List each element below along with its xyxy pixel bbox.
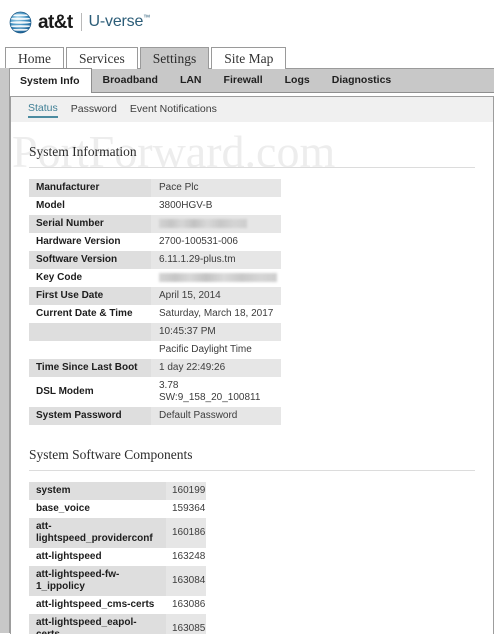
table-row: att-lightspeed 163248 — [29, 548, 206, 566]
table-row: Key Code — [29, 269, 281, 287]
subtab-logs[interactable]: Logs — [274, 68, 321, 92]
content-panel: Status Password Event Notifications Port… — [10, 96, 494, 634]
right-gutter — [494, 68, 500, 633]
tab-site-map[interactable]: Site Map — [211, 47, 287, 69]
component-version: 163086 — [172, 599, 206, 610]
table-row: Hardware Version 2700-100531-006 — [29, 233, 281, 251]
section-nav: Status Password Event Notifications — [11, 97, 493, 122]
component-name: att-lightspeed_providerconf — [29, 518, 166, 548]
table-row: Software Version 6.11.1.29-plus.tm — [29, 251, 281, 269]
table-row: att-lightspeed_cms-certs 163086 — [29, 596, 206, 614]
redacted-value — [159, 218, 247, 228]
table-row: system 160199 — [29, 482, 206, 500]
row-label: System Password — [29, 407, 151, 425]
subtab-broadband[interactable]: Broadband — [92, 68, 169, 92]
row-label: Serial Number — [29, 215, 151, 233]
row-value: 10:45:37 PM — [151, 323, 281, 341]
row-value: April 15, 2014 — [151, 287, 281, 305]
table-row: att-lightspeed-fw-1_ippolicy 163084 — [29, 566, 206, 596]
row-label — [29, 323, 151, 341]
row-value: Saturday, March 18, 2017 — [159, 308, 274, 319]
brand-product: U-verse™ — [88, 13, 151, 30]
brand-name: at&t — [38, 11, 73, 33]
row-label: First Use Date — [29, 287, 151, 305]
trademark-symbol: ™ — [143, 14, 150, 22]
row-label: Key Code — [36, 272, 83, 283]
row-label: Model — [36, 200, 65, 211]
main-tab-bar: Home Services Settings Site Map — [0, 44, 500, 69]
row-label: DSL Modem — [36, 386, 94, 397]
page-title-system-information: System Information — [29, 144, 475, 168]
row-value: Pace Plc — [151, 179, 281, 197]
brand-header: at&t U-verse™ — [0, 0, 500, 44]
component-name: system — [29, 482, 166, 500]
row-label: Hardware Version — [36, 236, 121, 247]
table-row: Manufacturer Pace Plc — [29, 179, 281, 197]
left-gutter — [0, 68, 10, 633]
att-globe-icon — [9, 11, 32, 34]
section-nav-status[interactable]: Status — [28, 102, 58, 118]
table-row: Pacific Daylight Time — [29, 341, 281, 359]
row-label — [29, 341, 151, 359]
row-value — [151, 269, 281, 287]
redacted-value — [159, 272, 277, 282]
section-nav-password[interactable]: Password — [71, 103, 117, 117]
row-label: Current Date & Time — [36, 308, 133, 319]
table-row: 10:45:37 PM — [29, 323, 281, 341]
component-name: att-lightspeed-fw-1_ippolicy — [29, 566, 166, 596]
subtab-diagnostics[interactable]: Diagnostics — [321, 68, 403, 92]
system-information-table: Manufacturer Pace Plc Model 3800HGV-B Serial… — [29, 179, 281, 425]
component-name: att-lightspeed — [36, 551, 102, 562]
subtab-lan[interactable]: LAN — [169, 68, 213, 92]
row-value: 3.78 SW:9_158_20_100811 — [159, 380, 261, 403]
component-name: att-lightspeed_cms-certs — [36, 599, 155, 610]
table-row: Model 3800HGV-B — [29, 197, 281, 215]
table-row: att-lightspeed_providerconf 160186 — [29, 518, 206, 548]
section-nav-event-notifications[interactable]: Event Notifications — [130, 103, 217, 117]
subtab-system-info[interactable]: System Info — [8, 68, 92, 93]
component-name: att-lightspeed_eapol-certs — [29, 614, 166, 634]
page-body: System Information Manufacturer Pace Plc M… — [11, 144, 493, 634]
component-version: 160199 — [166, 482, 206, 500]
table-row: Time Since Last Boot 1 day 22:49:26 — [29, 359, 281, 377]
table-row: Current Date & Time Saturday, March 18, 2… — [29, 305, 281, 323]
table-row: First Use Date April 15, 2014 — [29, 287, 281, 305]
component-version: 159364 — [172, 503, 206, 514]
row-label: Time Since Last Boot — [29, 359, 151, 377]
row-value: 2700-100531-006 — [159, 236, 238, 247]
system-software-components-table: system 160199 base_voice 159364 att-lightspe… — [29, 482, 206, 634]
table-row: DSL Modem 3.78 SW:9_158_20_100811 — [29, 377, 281, 407]
page-title-system-software-components: System Software Components — [29, 447, 475, 471]
table-row: Serial Number — [29, 215, 281, 233]
row-value: 1 day 22:49:26 — [151, 359, 281, 377]
table-row: base_voice 159364 — [29, 500, 206, 518]
table-row: System Password Default Password — [29, 407, 281, 425]
sub-tab-bar: System Info Broadband LAN Firewall Logs … — [0, 68, 500, 93]
row-value — [151, 215, 281, 233]
tab-services[interactable]: Services — [66, 47, 138, 69]
component-version: 163084 — [166, 566, 206, 596]
brand-divider — [80, 13, 82, 31]
tab-home[interactable]: Home — [5, 47, 64, 69]
table-row: att-lightspeed_eapol-certs163085 — [29, 614, 206, 634]
row-label: Manufacturer — [29, 179, 151, 197]
row-value: 6.11.1.29-plus.tm — [151, 251, 281, 269]
row-value: Pacific Daylight Time — [159, 344, 252, 355]
row-label: Software Version — [29, 251, 151, 269]
component-version: 163085 — [166, 614, 206, 634]
tab-settings[interactable]: Settings — [139, 47, 210, 69]
component-name: base_voice — [36, 503, 90, 514]
row-value: 3800HGV-B — [159, 200, 213, 211]
component-version: 163248 — [172, 551, 206, 562]
component-version: 160186 — [166, 518, 206, 548]
subtab-firewall[interactable]: Firewall — [213, 68, 274, 92]
row-value: Default Password — [151, 407, 281, 425]
